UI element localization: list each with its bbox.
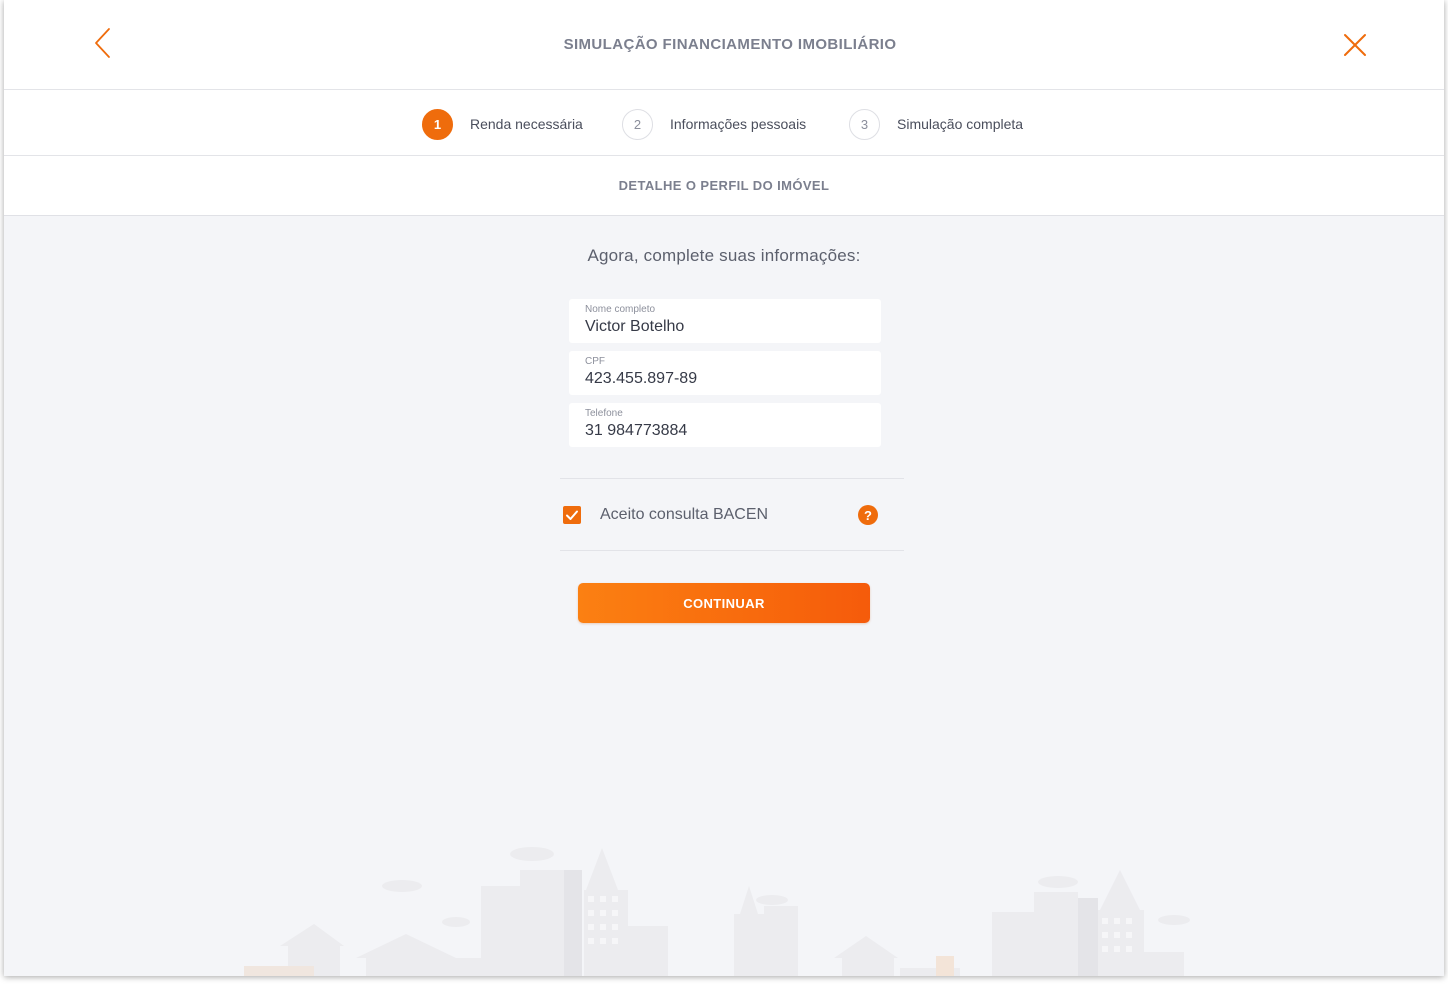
divider <box>560 550 904 551</box>
step-informacoes-pessoais[interactable]: 2 Informações pessoais <box>622 108 806 140</box>
stepper: 1 Renda necessária 2 Informações pessoai… <box>4 90 1444 156</box>
divider <box>560 478 904 479</box>
app-window: SIMULAÇÃO FINANCIAMENTO IMOBILIÁRIO 1 Re… <box>4 0 1444 976</box>
field-value: 31 984773884 <box>585 422 688 439</box>
bacen-consent-checkbox[interactable] <box>563 506 581 524</box>
checkmark-icon <box>566 510 578 520</box>
city-skyline-illustration <box>244 847 1190 976</box>
step-label: Informações pessoais <box>670 116 807 132</box>
step-number: 1 <box>422 108 453 140</box>
bacen-consent-label[interactable]: Aceito consulta BACEN <box>600 506 768 524</box>
step-number: 2 <box>622 108 653 140</box>
step-renda-necessaria[interactable]: 1 Renda necessária <box>422 108 583 140</box>
continue-button[interactable]: CONTINUAR <box>578 583 870 623</box>
page-title: SIMULAÇÃO FINANCIAMENTO IMOBILIÁRIO <box>563 36 897 53</box>
step-label: Simulação completa <box>897 116 1024 132</box>
field-value: 423.455.897-89 <box>585 370 698 387</box>
field-label: CPF <box>585 356 605 367</box>
header: SIMULAÇÃO FINANCIAMENTO IMOBILIÁRIO <box>4 0 1444 90</box>
section-title: DETALHE O PERFIL DO IMÓVEL <box>618 178 830 193</box>
phone-field[interactable]: Telefone 31 984773884 <box>569 403 881 447</box>
field-value: Victor Botelho <box>585 318 685 335</box>
section-header: DETALHE O PERFIL DO IMÓVEL <box>4 156 1444 216</box>
close-button[interactable] <box>1340 30 1370 60</box>
form-intro: Agora, complete suas informações: <box>587 246 861 265</box>
field-label: Nome completo <box>585 304 656 315</box>
step-number: 3 <box>849 108 880 140</box>
field-label: Telefone <box>585 408 623 419</box>
help-icon[interactable]: ? <box>858 505 878 525</box>
cpf-field[interactable]: CPF 423.455.897-89 <box>569 351 881 395</box>
full-name-field[interactable]: Nome completo Victor Botelho <box>569 299 881 343</box>
step-label: Renda necessária <box>470 116 583 132</box>
close-icon <box>1344 34 1366 56</box>
step-simulacao-completa[interactable]: 3 Simulação completa <box>849 108 1023 140</box>
